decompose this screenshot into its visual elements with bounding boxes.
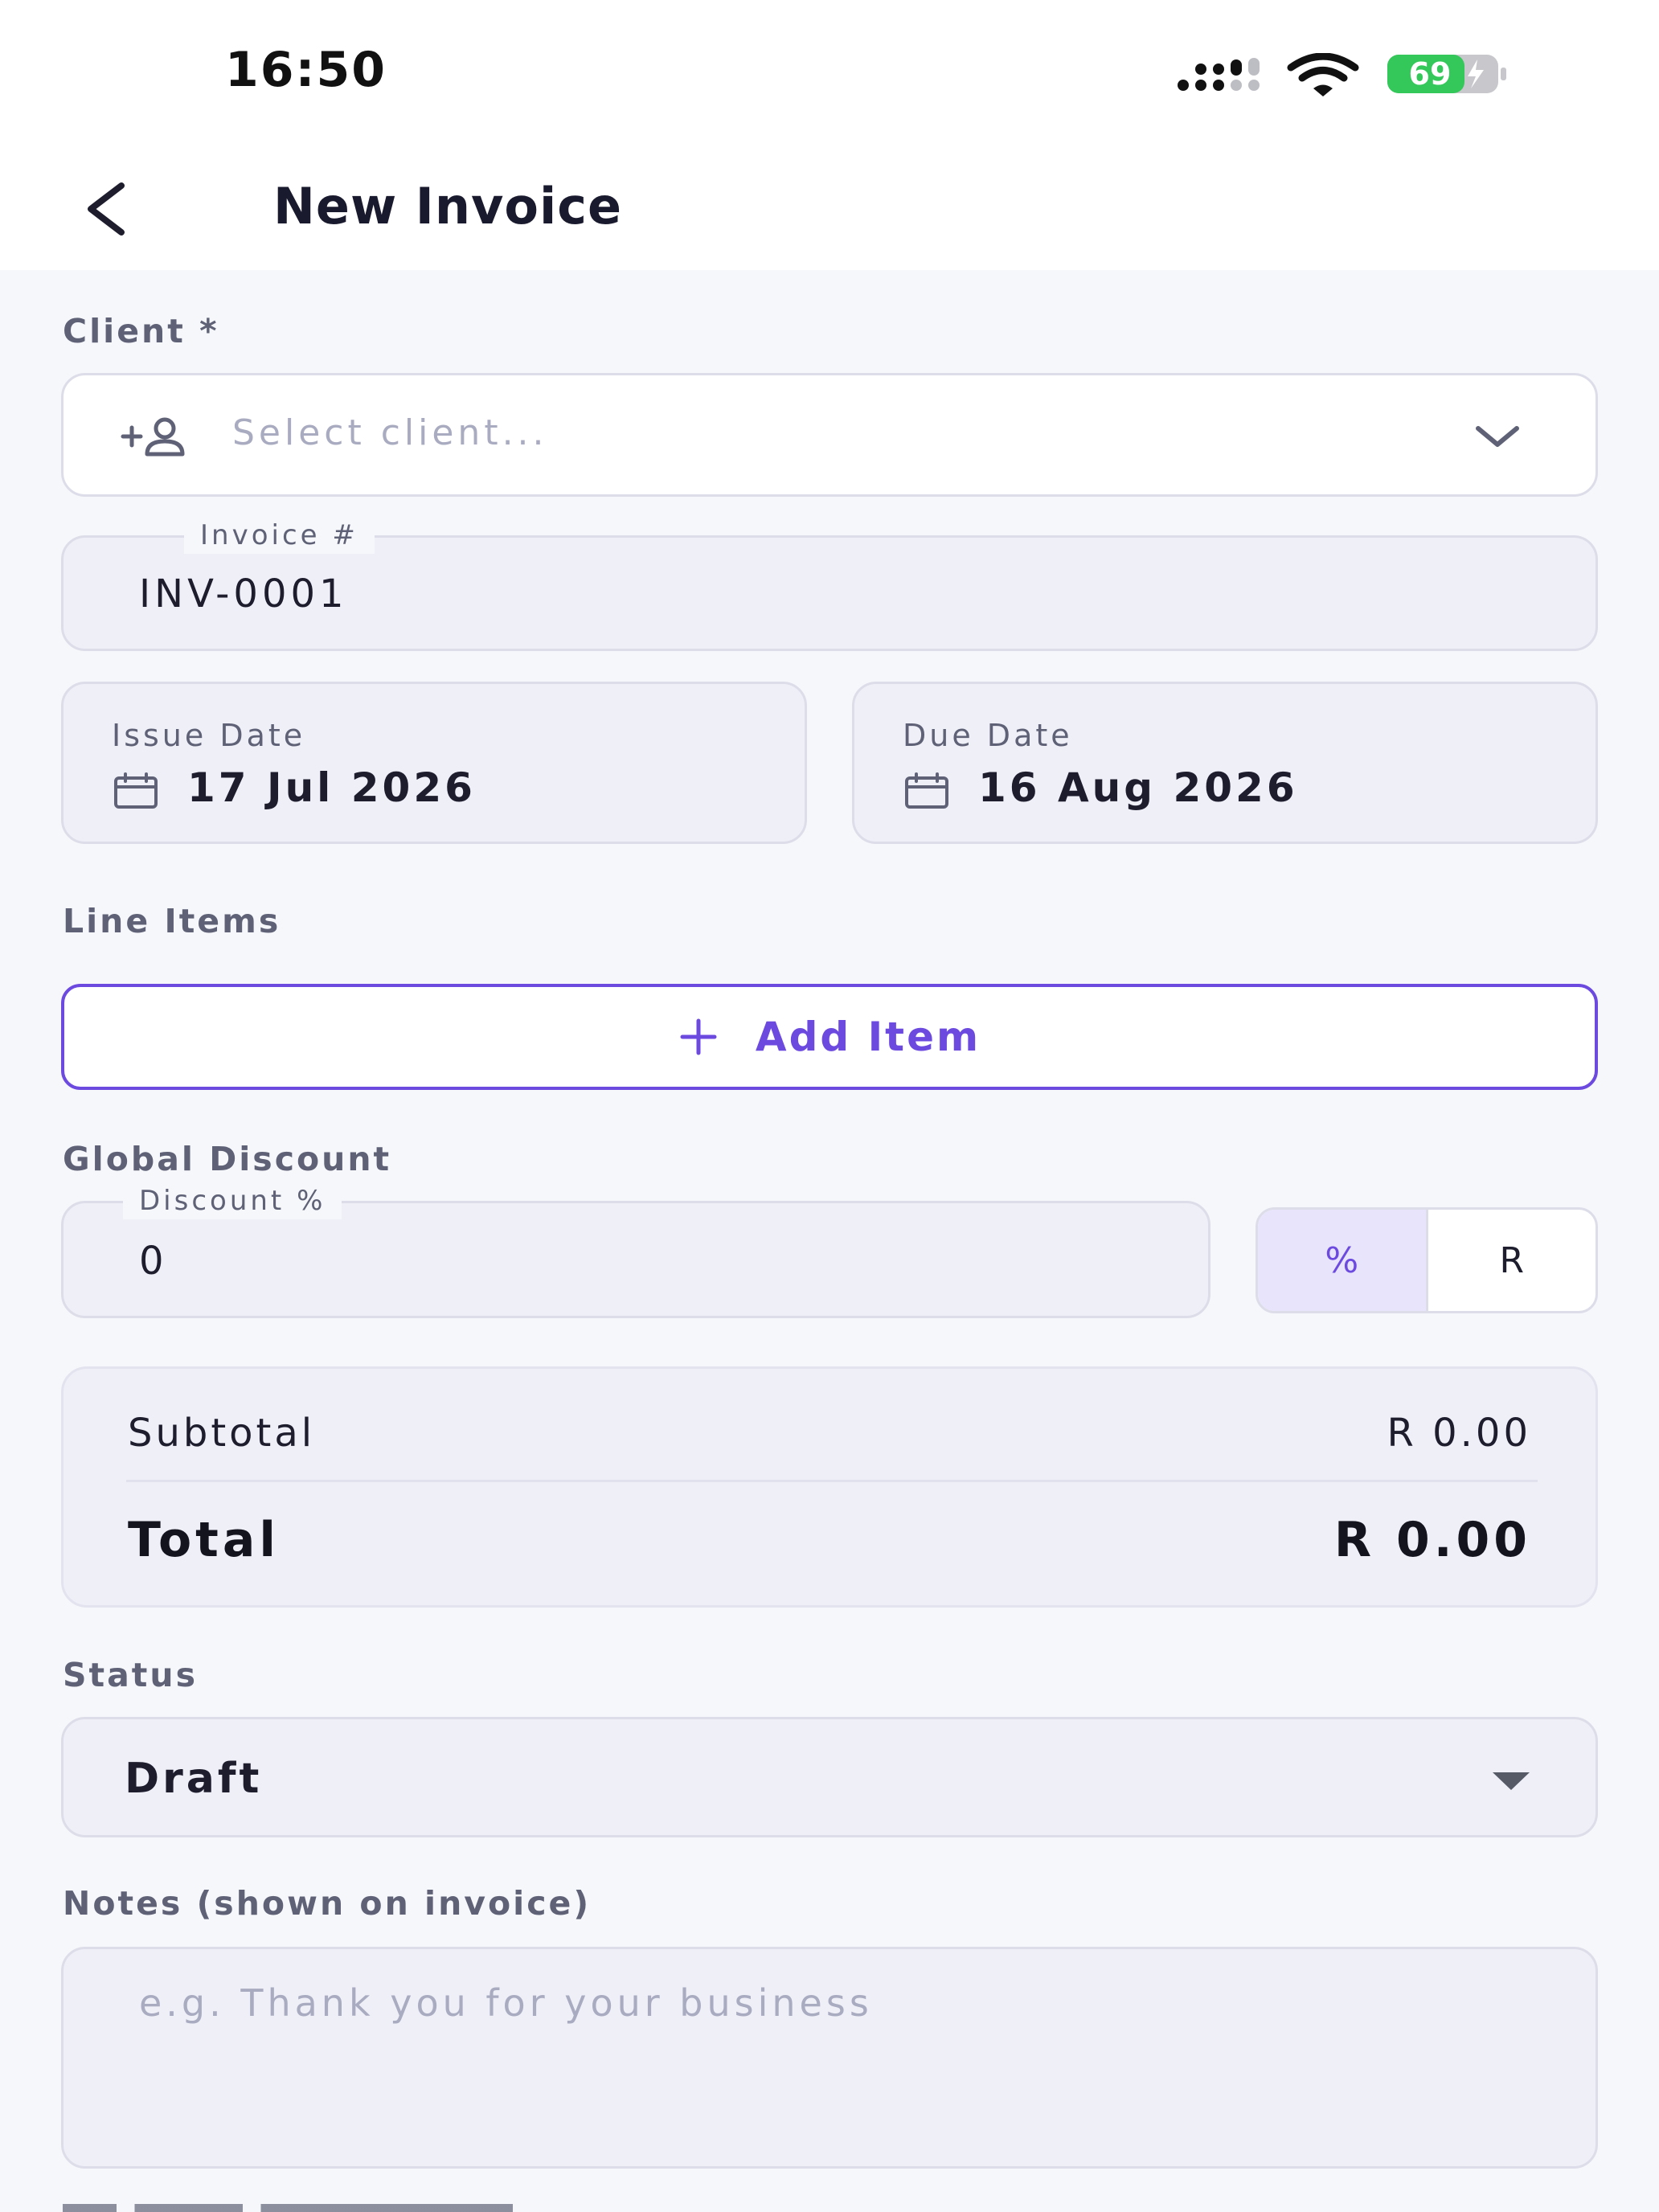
add-person-icon [121,417,185,457]
total-value: R 0.00 [1333,1512,1531,1568]
top-bar [0,0,1659,270]
discount-field-label: Discount % [123,1182,342,1219]
chevron-down-icon [1476,426,1519,447]
issue-date-value: 17 Jul 2026 [187,764,476,811]
subtotal-label: Subtotal [128,1411,316,1456]
due-date-field[interactable]: Due Date 16 Aug 2026 [852,682,1598,844]
plus-icon [680,1018,717,1055]
totals-card: Subtotal R 0.00 Total R 0.00 [61,1366,1598,1608]
discount-type-toggle[interactable]: % R [1256,1207,1598,1313]
invoice-number-value: INV-0001 [139,571,348,616]
status-time: 16:50 [225,42,387,98]
battery-indicator: 69 [1387,55,1508,93]
client-select[interactable]: Select client... [61,373,1598,497]
notes-placeholder: e.g. Thank you for your business [139,1981,873,2025]
page-title: New Invoice [273,177,623,236]
discount-percent-option[interactable]: % [1258,1210,1426,1311]
status-label: Status [63,1656,198,1694]
line-items-label: Line Items [63,902,281,940]
total-label: Total [128,1512,280,1568]
global-discount-label: Global Discount [63,1140,392,1178]
calendar-icon [114,772,158,809]
client-placeholder: Select client... [232,412,548,453]
status-value: Draft [125,1755,263,1803]
discount-value: 0 [139,1239,168,1284]
subtotal-value: R 0.00 [1387,1411,1531,1456]
battery-level: 69 [1408,56,1452,92]
issue-date-label: Issue Date [112,718,306,753]
chevron-left-icon [88,182,125,236]
invoice-number-field[interactable]: Invoice # INV-0001 [61,517,1598,651]
notes-label: Notes (shown on invoice) [63,1884,592,1923]
caret-down-icon [1493,1772,1530,1790]
status-select[interactable]: Draft [61,1717,1598,1837]
issue-date-field[interactable]: Issue Date 17 Jul 2026 [61,682,807,844]
cellular-signal-icon [1178,58,1260,91]
client-label: Client * [63,312,219,350]
add-item-label: Add Item [755,1014,981,1060]
next-section-label-cutoff [63,2199,513,2212]
add-item-button[interactable]: Add Item [61,984,1598,1090]
discount-rand-option[interactable]: R [1425,1210,1596,1311]
back-button[interactable] [77,177,133,241]
invoice-number-label: Invoice # [184,517,375,554]
wifi-icon [1287,53,1359,96]
due-date-label: Due Date [903,718,1073,753]
notes-textarea[interactable]: e.g. Thank you for your business [61,1947,1598,2169]
totals-divider [126,1480,1538,1482]
calendar-icon [905,772,948,809]
due-date-value: 16 Aug 2026 [978,764,1298,811]
discount-input[interactable]: Discount % 0 [61,1182,1210,1318]
